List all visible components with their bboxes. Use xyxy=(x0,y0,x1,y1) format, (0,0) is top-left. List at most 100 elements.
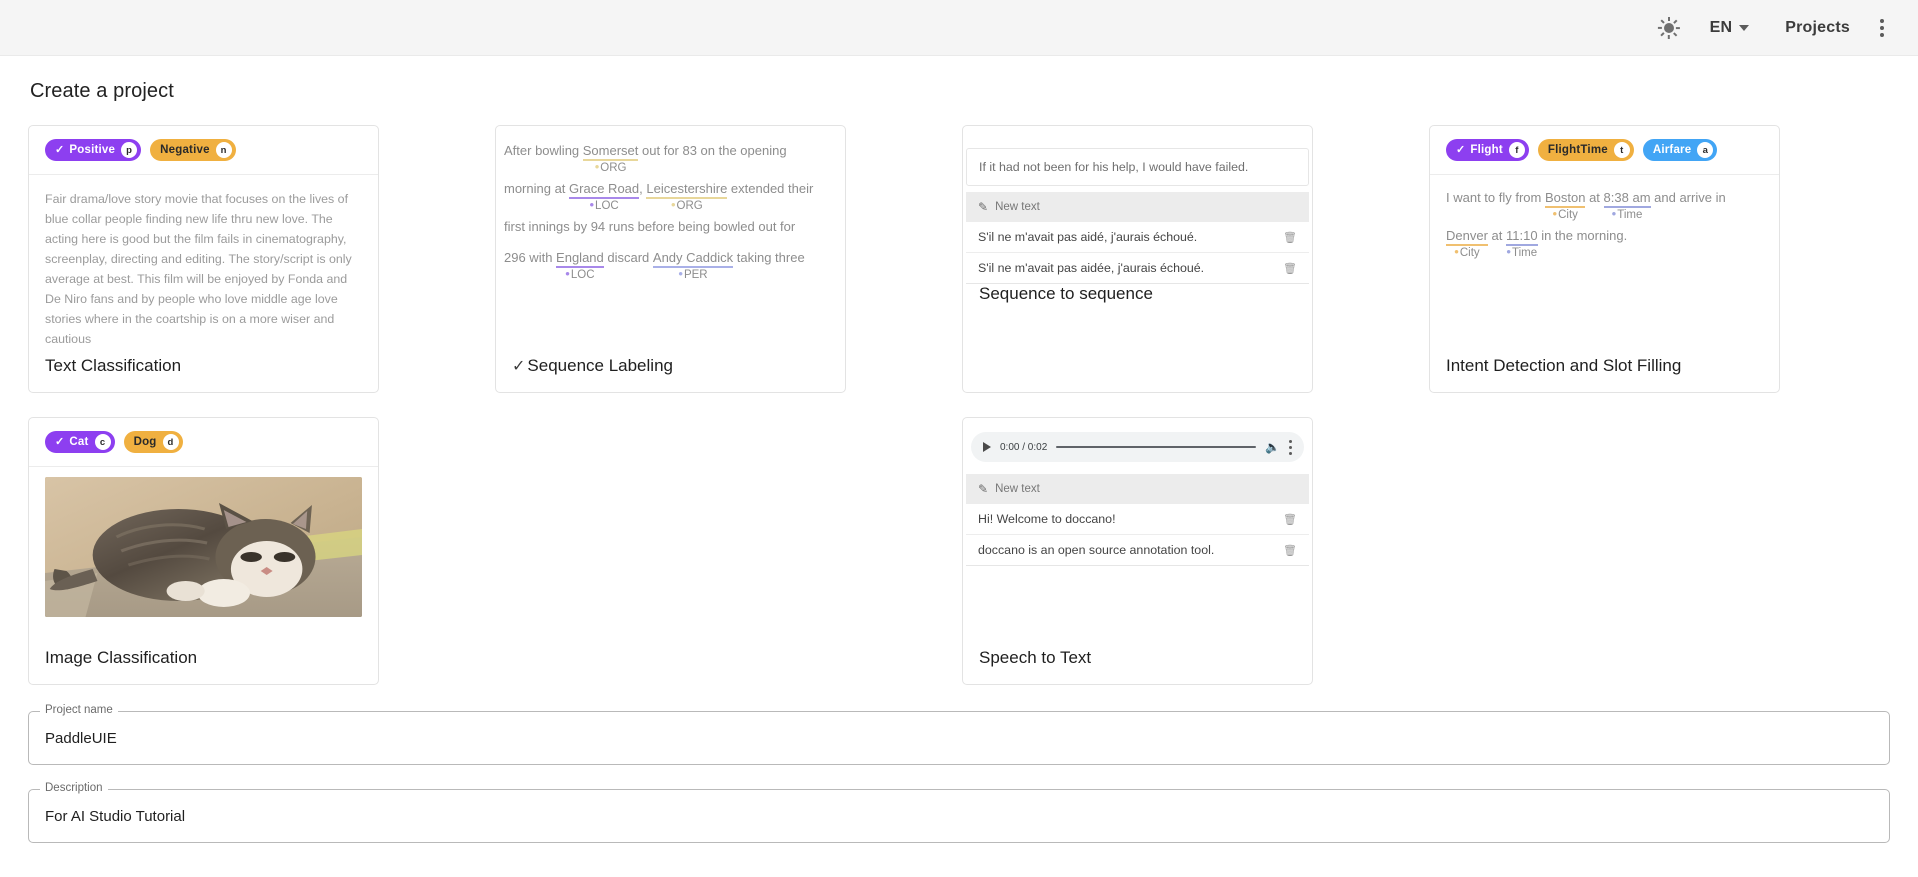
transcription-text: doccano is an open source annotation too… xyxy=(978,543,1214,557)
translation-row[interactable]: S'il ne m'avait pas aidé, j'aurais échou… xyxy=(966,222,1309,253)
description-input[interactable] xyxy=(43,807,1875,826)
transcription-row[interactable]: Hi! Welcome to doccano! 🗑 xyxy=(966,504,1309,535)
new-text-row[interactable]: ✎ New text xyxy=(966,192,1309,222)
sun-icon xyxy=(1658,17,1680,39)
card-title-text: Sequence Labeling xyxy=(527,356,673,376)
card-title: ✓ Sequence Labeling xyxy=(496,356,845,392)
entity-time[interactable]: 11:10Time xyxy=(1506,227,1538,244)
entity-city[interactable]: BostonCity xyxy=(1545,189,1585,206)
card-title-text: Image Classification xyxy=(45,648,197,668)
check-icon: ✓ xyxy=(55,145,64,156)
projects-link[interactable]: Projects xyxy=(1767,8,1868,48)
entity-tag-label: City xyxy=(1553,205,1578,224)
dots-vertical-icon xyxy=(1880,19,1884,37)
entity-per[interactable]: Andy CaddickPER xyxy=(653,249,733,266)
project-type-card-image-classification[interactable]: ✓ Cat c Dog d xyxy=(28,417,379,685)
label-badge-positive[interactable]: ✓ Positive p xyxy=(45,139,141,161)
project-type-card-intent-detection-and-slot-filling[interactable]: ✓ Flight f FlightTime t Airfare a I want… xyxy=(1429,125,1780,393)
project-type-card-sequence-labeling[interactable]: After bowling SomersetORG out for 83 on … xyxy=(495,125,846,393)
card-preview-body: I want to fly from BostonCity at 8:38 am… xyxy=(1430,175,1779,356)
plain-text: , xyxy=(639,181,646,196)
card-title: Intent Detection and Slot Filling xyxy=(1430,356,1779,392)
plain-text: first innings by 94 runs before being bo… xyxy=(504,219,795,234)
annotated-line: After bowling SomersetORG out for 83 on … xyxy=(504,142,837,159)
plain-text: taking three xyxy=(733,250,805,265)
audio-player[interactable]: 0:00 / 0:02 🔈 xyxy=(963,418,1312,468)
entity-time[interactable]: 8:38 amTime xyxy=(1604,189,1651,206)
plain-text: out for 83 on the opening xyxy=(638,143,786,158)
label-badge-text: Flight xyxy=(1470,144,1503,156)
label-badge-text: Positive xyxy=(69,144,115,156)
create-project-page: Create a project ✓ Positive p Negative n… xyxy=(0,56,1918,877)
project-type-card-sequence-to-sequence[interactable]: If it had not been for his help, I would… xyxy=(962,125,1313,393)
project-type-card-speech-to-text[interactable]: 0:00 / 0:02 🔈 ✎ New text Hi! Welcome to … xyxy=(962,417,1313,685)
entity-city[interactable]: DenverCity xyxy=(1446,227,1488,244)
label-badge-negative[interactable]: Negative n xyxy=(150,139,236,161)
label-badge-text: Cat xyxy=(69,436,88,448)
label-badge-text: Airfare xyxy=(1653,144,1691,156)
label-badge-airfare[interactable]: Airfare a xyxy=(1643,139,1717,161)
card-title-text: Speech to Text xyxy=(979,648,1091,668)
label-badge-strip: ✓ Positive p Negative n xyxy=(29,126,378,175)
dots-vertical-icon[interactable] xyxy=(1289,440,1292,455)
description-field[interactable]: Description xyxy=(28,789,1890,843)
annotated-line: first innings by 94 runs before being bo… xyxy=(504,218,837,235)
entity-loc[interactable]: Grace RoadLOC xyxy=(569,180,639,197)
entity-org[interactable]: LeicestershireORG xyxy=(646,180,727,197)
project-name-field[interactable]: Project name xyxy=(28,711,1890,765)
label-badge-dog[interactable]: Dog d xyxy=(124,431,183,453)
projects-label: Projects xyxy=(1785,19,1850,37)
sample-text: Fair drama/love story movie that focuses… xyxy=(45,189,362,349)
delete-icon[interactable]: 🗑 xyxy=(1283,544,1297,557)
label-shortcut-key: p xyxy=(121,142,137,158)
label-shortcut-key: c xyxy=(95,434,111,450)
new-text-row[interactable]: ✎ New text xyxy=(966,474,1309,504)
annotated-line: I want to fly from BostonCity at 8:38 am… xyxy=(1446,189,1763,206)
cat-illustration-icon xyxy=(45,477,362,617)
label-badge-cat[interactable]: ✓ Cat c xyxy=(45,431,115,453)
label-shortcut-key: d xyxy=(163,434,179,450)
check-icon: ✓ xyxy=(1456,145,1465,156)
sample-image-cat xyxy=(45,477,362,617)
source-text: If it had not been for his help, I would… xyxy=(966,148,1309,186)
delete-icon[interactable]: 🗑 xyxy=(1283,231,1297,244)
delete-icon[interactable]: 🗑 xyxy=(1283,262,1297,275)
label-shortcut-key: n xyxy=(216,142,232,158)
overflow-menu-button[interactable] xyxy=(1868,8,1896,48)
card-title: Image Classification xyxy=(29,648,378,684)
label-badge-flighttime[interactable]: FlightTime t xyxy=(1538,139,1634,161)
entity-tag-label: LOC xyxy=(565,265,594,284)
card-title-text: Sequence to sequence xyxy=(979,284,1153,304)
card-preview-body: ✎ New text Hi! Welcome to doccano! 🗑 doc… xyxy=(963,468,1312,566)
delete-icon[interactable]: 🗑 xyxy=(1283,513,1297,526)
annotated-line: 296 with EnglandLOC discard Andy Caddick… xyxy=(504,249,837,266)
pencil-icon: ✎ xyxy=(978,482,988,496)
language-label: EN xyxy=(1710,19,1733,37)
grid-spacer xyxy=(495,417,846,685)
translation-text: S'il ne m'avait pas aidé, j'aurais échou… xyxy=(978,230,1197,244)
card-preview-body: Fair drama/love story movie that focuses… xyxy=(29,175,378,356)
translation-row[interactable]: S'il ne m'avait pas aidée, j'aurais écho… xyxy=(966,253,1309,284)
label-badge-text: Dog xyxy=(134,436,157,448)
description-label: Description xyxy=(40,782,108,794)
plain-text: morning at xyxy=(504,181,569,196)
label-badge-text: Negative xyxy=(160,144,210,156)
audio-time: 0:00 / 0:02 xyxy=(1000,442,1047,453)
plain-text: discard xyxy=(604,250,653,265)
volume-icon[interactable]: 🔈 xyxy=(1265,440,1280,454)
transcription-row[interactable]: doccano is an open source annotation too… xyxy=(966,535,1309,566)
entity-loc[interactable]: EnglandLOC xyxy=(556,249,604,266)
label-badge-flight[interactable]: ✓ Flight f xyxy=(1446,139,1529,161)
label-badge-text: FlightTime xyxy=(1548,144,1608,156)
project-name-input[interactable] xyxy=(43,729,1875,748)
play-icon[interactable] xyxy=(983,442,991,452)
language-selector[interactable]: EN xyxy=(1692,8,1768,48)
brightness-toggle-button[interactable] xyxy=(1646,8,1692,48)
check-icon: ✓ xyxy=(55,437,64,448)
project-type-grid: ✓ Positive p Negative n Fair drama/love … xyxy=(28,125,1890,685)
new-text-label: New text xyxy=(995,201,1040,213)
project-type-card-text-classification[interactable]: ✓ Positive p Negative n Fair drama/love … xyxy=(28,125,379,393)
entity-org[interactable]: SomersetORG xyxy=(583,142,639,159)
project-name-label: Project name xyxy=(40,704,118,716)
audio-progress-slider[interactable] xyxy=(1056,446,1256,448)
